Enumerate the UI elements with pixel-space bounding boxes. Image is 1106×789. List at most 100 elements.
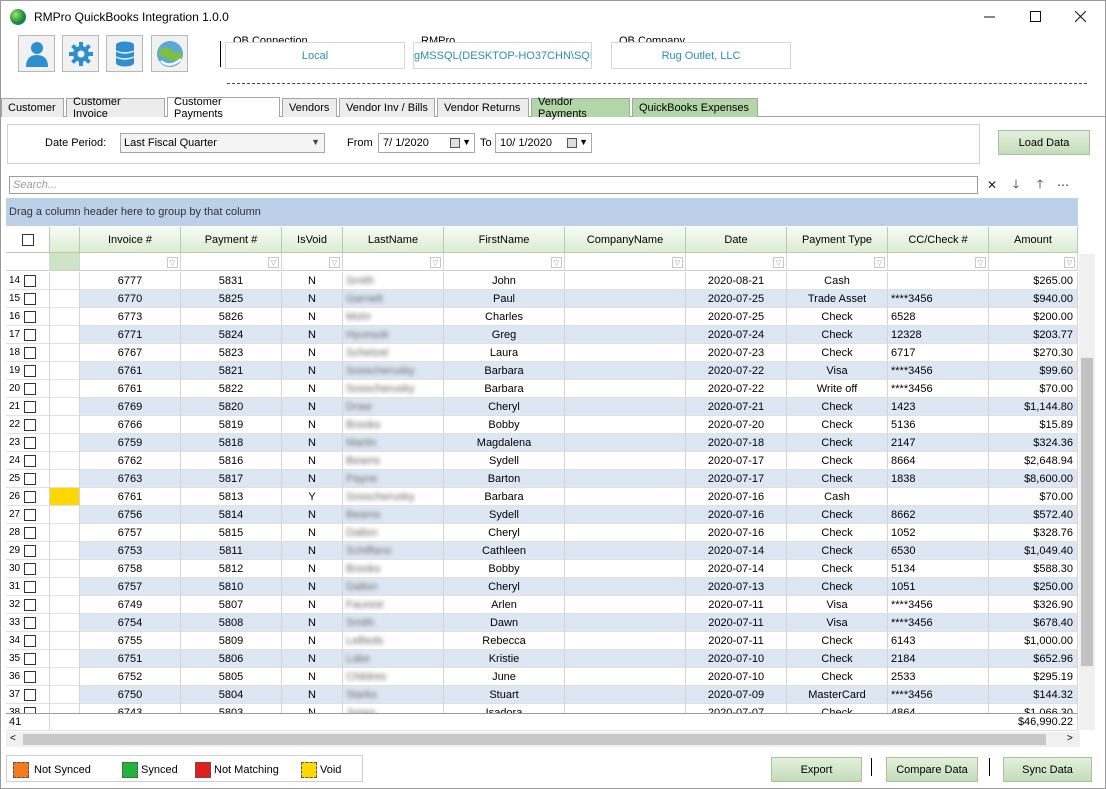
search-input[interactable]: Search... — [9, 176, 978, 194]
tab-vendor-inv-bills[interactable]: Vendor Inv / Bills — [339, 98, 435, 117]
customers-button[interactable] — [18, 35, 55, 72]
tab-vendors[interactable]: Vendors — [282, 98, 337, 117]
arrow-down-icon[interactable]: 🡓 — [1006, 176, 1026, 194]
filter-dropdown-icon[interactable]: ▽ — [430, 257, 441, 268]
tab-quickbooks-expenses[interactable]: QuickBooks Expenses — [632, 98, 758, 117]
tab-customer-invoice[interactable]: Customer Invoice — [66, 96, 165, 120]
export-button[interactable]: Export — [771, 757, 862, 782]
table-row[interactable]: 27 6756 5814 N Beams Sydell 2020-07-16 Check 866… — [6, 506, 1078, 524]
row-checkbox[interactable] — [24, 580, 37, 593]
column-filter[interactable]: ▽ — [888, 253, 989, 271]
filter-dropdown-icon[interactable]: ▽ — [551, 257, 562, 268]
filter-dropdown-icon[interactable]: ▽ — [975, 257, 986, 268]
arrow-up-icon[interactable]: 🡑 — [1030, 176, 1050, 194]
table-row[interactable]: 19 6761 5821 N Sosscherusky Barbara 2020-07-22… — [6, 362, 1078, 380]
horizontal-scroll-thumb[interactable] — [23, 734, 1046, 745]
row-checkbox[interactable] — [24, 670, 37, 683]
table-row[interactable]: 17 6771 5824 N Hyunsok Greg 2020-07-24 Check 123… — [6, 326, 1078, 344]
row-checkbox[interactable] — [24, 652, 37, 665]
filter-dropdown-icon[interactable]: ▽ — [672, 257, 683, 268]
close-button[interactable] — [1057, 1, 1103, 32]
row-checkbox[interactable] — [24, 562, 37, 575]
to-date-picker[interactable]: 10/ 1/2020 ▼ — [495, 133, 592, 153]
table-row[interactable]: 31 6757 5810 N Dalton Cheryl 2020-07-13 Check 10… — [6, 578, 1078, 596]
tab-vendor-returns[interactable]: Vendor Returns — [437, 98, 529, 117]
row-checkbox[interactable] — [24, 436, 37, 449]
column-header-date[interactable]: Date — [686, 227, 787, 253]
compare-data-button[interactable]: Compare Data — [886, 757, 978, 782]
row-checkbox[interactable] — [24, 634, 37, 647]
column-header-invoice[interactable]: Invoice # — [80, 227, 181, 253]
column-filter[interactable]: ▽ — [686, 253, 787, 271]
table-row[interactable]: 16 6773 5826 N Mohr Charles 2020-07-25 Check 652… — [6, 308, 1078, 326]
row-checkbox[interactable] — [24, 328, 37, 341]
filter-dropdown-icon[interactable]: ▽ — [268, 257, 279, 268]
table-row[interactable]: 34 6755 5809 N LeBeds Rebecca 2020-07-11 Check 6… — [6, 632, 1078, 650]
from-date-picker[interactable]: 7/ 1/2020 ▼ — [378, 133, 475, 153]
table-row[interactable]: 32 6749 5807 N Faurest Arlen 2020-07-11 Visa ***… — [6, 596, 1078, 614]
row-checkbox[interactable] — [24, 346, 37, 359]
column-header-cc-check[interactable]: CC/Check # — [888, 227, 989, 253]
column-filter[interactable]: ▽ — [181, 253, 282, 271]
table-row[interactable]: 36 6752 5805 N Childres June 2020-07-10 Check 25… — [6, 668, 1078, 686]
row-checkbox[interactable] — [24, 508, 37, 521]
table-row[interactable]: 35 6751 5806 N Lake Kristie 2020-07-10 Check 218… — [6, 650, 1078, 668]
select-all-cell[interactable] — [6, 227, 50, 253]
column-filter[interactable]: ▽ — [787, 253, 888, 271]
row-checkbox[interactable] — [24, 292, 37, 305]
row-checkbox[interactable] — [24, 364, 37, 377]
table-row[interactable]: 28 6757 5815 N Dalton Cheryl 2020-07-16 Check 10… — [6, 524, 1078, 542]
table-row[interactable]: 21 6769 5820 N Draw Cheryl 2020-07-21 Check 1423… — [6, 398, 1078, 416]
group-by-panel[interactable]: Drag a column header here to group by th… — [6, 198, 1078, 226]
table-row[interactable]: 23 6759 5818 N Martin Magdalena 2020-07-18 Chec… — [6, 434, 1078, 452]
filter-dropdown-icon[interactable]: ▽ — [773, 257, 784, 268]
row-checkbox[interactable] — [24, 310, 37, 323]
table-row[interactable]: 33 6754 5808 N Smith Dawn 2020-07-11 Visa ****34… — [6, 614, 1078, 632]
sync-button[interactable] — [151, 35, 188, 72]
minimize-button[interactable] — [966, 1, 1012, 32]
filter-dropdown-icon[interactable]: ▽ — [167, 257, 178, 268]
column-filter[interactable]: ▽ — [343, 253, 444, 271]
row-checkbox[interactable] — [24, 454, 37, 467]
sync-data-button[interactable]: Sync Data — [1003, 757, 1092, 782]
row-checkbox[interactable] — [24, 598, 37, 611]
table-row[interactable]: 22 6766 5819 N Brooks Bobby 2020-07-20 Check 513… — [6, 416, 1078, 434]
vertical-scroll-thumb[interactable] — [1081, 358, 1093, 666]
row-checkbox[interactable] — [24, 274, 37, 287]
column-header-payment-type[interactable]: Payment Type — [787, 227, 888, 253]
tab-vendor-payments[interactable]: Vendor Payments — [531, 96, 630, 120]
scroll-left-icon[interactable]: < — [10, 733, 16, 744]
filter-dropdown-icon[interactable]: ▽ — [329, 257, 340, 268]
filter-dropdown-icon[interactable]: ▽ — [1064, 257, 1075, 268]
row-checkbox[interactable] — [24, 418, 37, 431]
column-header-lastname[interactable]: LastName — [343, 227, 444, 253]
table-row[interactable]: 24 6762 5816 N Beams Sydell 2020-07-17 Check 866… — [6, 452, 1078, 470]
scroll-right-icon[interactable]: > — [1067, 733, 1073, 744]
column-filter[interactable]: ▽ — [565, 253, 686, 271]
maximize-button[interactable] — [1012, 1, 1058, 32]
table-row[interactable]: 18 6767 5823 N Schetzel Laura 2020-07-23 Check 6… — [6, 344, 1078, 362]
row-checkbox[interactable] — [24, 382, 37, 395]
settings-button[interactable] — [62, 35, 99, 72]
tab-customer[interactable]: Customer — [1, 98, 64, 117]
row-checkbox[interactable] — [24, 400, 37, 413]
table-row[interactable]: 14 6777 5831 N Smith John 2020-08-21 Cash $265.0… — [6, 272, 1078, 290]
clear-search-icon[interactable]: ✕ — [982, 176, 1002, 194]
column-header-isvoid[interactable]: IsVoid — [282, 227, 343, 253]
row-checkbox[interactable] — [24, 490, 37, 503]
database-button[interactable] — [106, 35, 143, 72]
table-row[interactable]: 25 6763 5817 N Payne Barton 2020-07-17 Check 183… — [6, 470, 1078, 488]
row-checkbox[interactable] — [24, 526, 37, 539]
column-header-companyname[interactable]: CompanyName — [565, 227, 686, 253]
more-options-icon[interactable]: ⋯ — [1053, 176, 1073, 194]
column-filter[interactable]: ▽ — [444, 253, 565, 271]
row-checkbox[interactable] — [24, 688, 37, 701]
table-row[interactable]: 26 6761 5813 Y Sosscherusky Barbara 2020-07-16… — [6, 488, 1078, 506]
tab-customer-payments[interactable]: Customer Payments — [167, 96, 280, 120]
column-filter[interactable]: ▽ — [989, 253, 1078, 271]
table-row[interactable]: 20 6761 5822 N Sosscherusky Barbara 2020-07-22… — [6, 380, 1078, 398]
table-row[interactable]: 29 6753 5811 N Schiffano Cathleen 2020-07-14 Ch… — [6, 542, 1078, 560]
table-row[interactable]: 30 6758 5812 N Brooks Bobby 2020-07-14 Check 513… — [6, 560, 1078, 578]
filter-dropdown-icon[interactable]: ▽ — [874, 257, 885, 268]
load-data-button[interactable]: Load Data — [998, 130, 1090, 155]
